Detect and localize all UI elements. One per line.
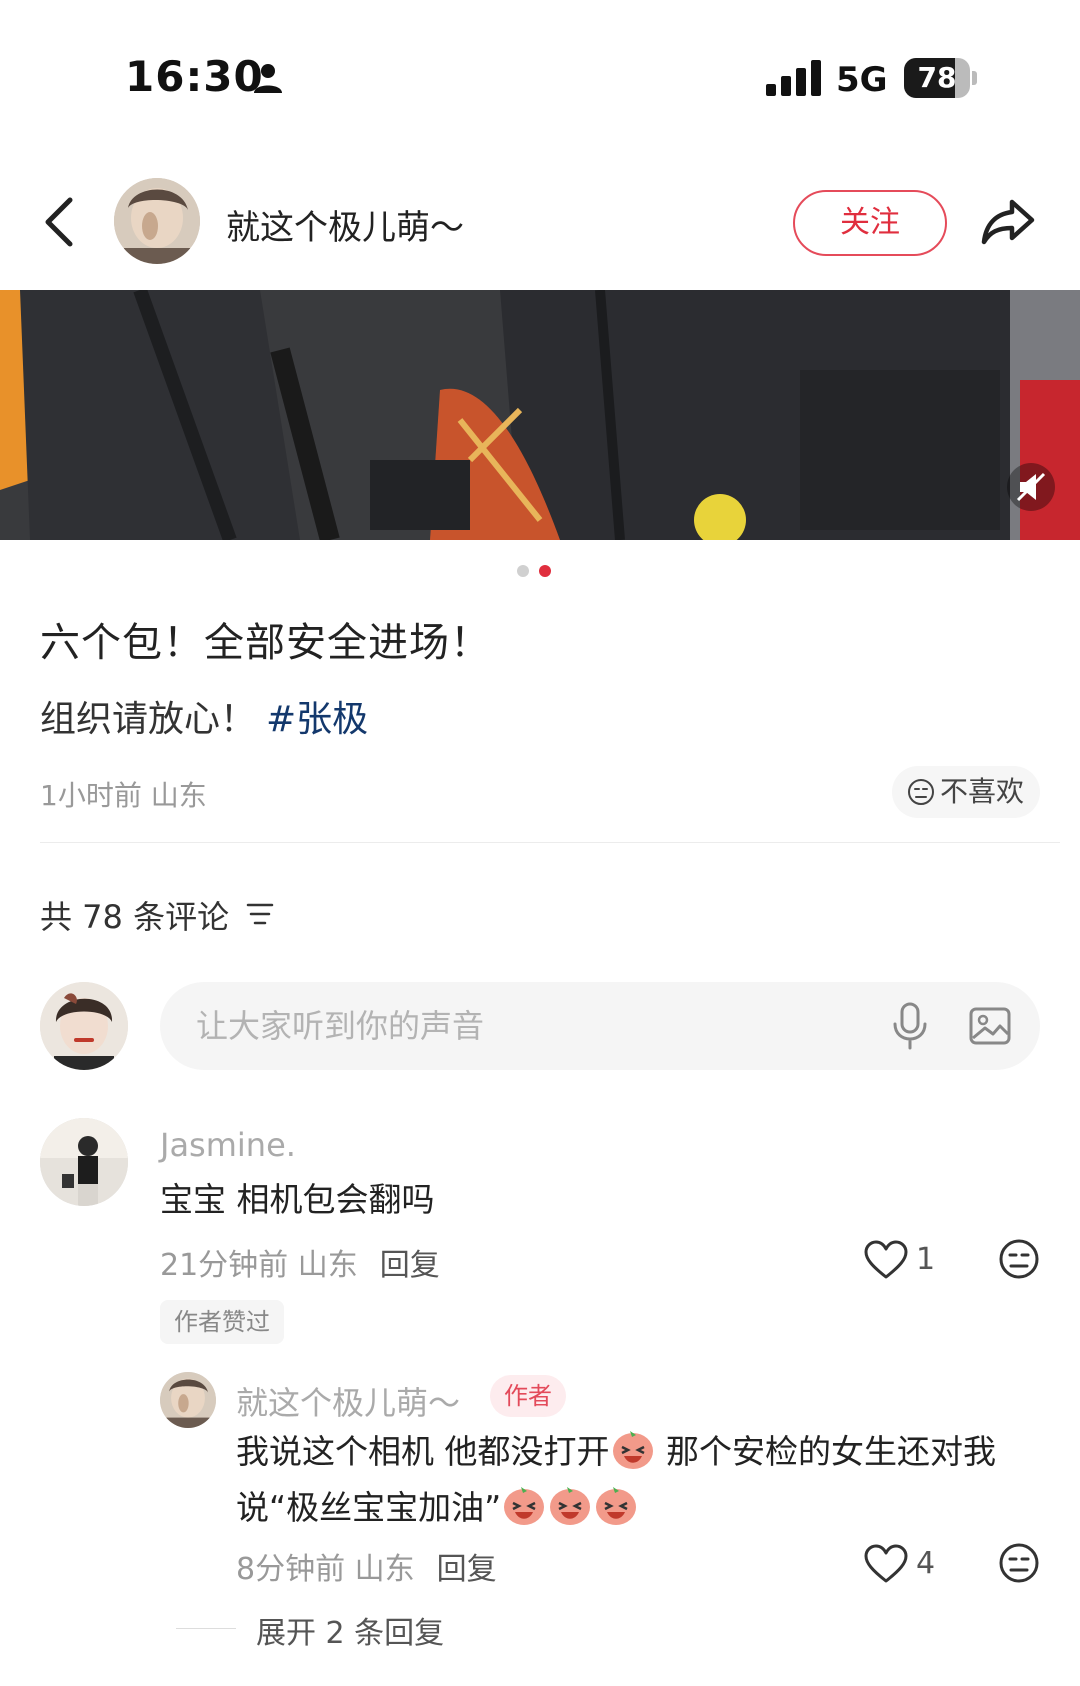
network-type: 5G: [836, 60, 888, 100]
like-count: 4: [916, 1546, 936, 1581]
dislike-label: 不喜欢: [940, 775, 1025, 808]
back-arrow-icon[interactable]: [40, 196, 80, 248]
commenter-name[interactable]: Jasmine.: [160, 1126, 296, 1164]
cellular-signal-icon: [766, 60, 821, 96]
reply-author-name[interactable]: 就这个极儿萌～: [236, 1378, 460, 1424]
like-count: 1: [916, 1242, 936, 1277]
battery-level-text: 78: [917, 61, 957, 94]
comment-input-box[interactable]: [160, 982, 1040, 1070]
battery-indicator: 78: [904, 58, 977, 98]
follow-button[interactable]: 关注: [793, 190, 947, 256]
author-tag: 作者: [490, 1375, 566, 1417]
post-title: 六个包！全部安全进场！: [40, 620, 491, 666]
image-pager: [517, 565, 557, 579]
reply-text-line-2: 说“极丝宝宝加油”: [236, 1480, 1036, 1536]
expand-replies-button[interactable]: 展开 2 条回复: [256, 1608, 444, 1652]
status-bar: 16:30 5G 78: [0, 0, 1080, 160]
mute-icon[interactable]: [1006, 462, 1056, 512]
sort-icon[interactable]: [246, 902, 274, 926]
pager-dot-1: [517, 565, 529, 577]
hashtag-link[interactable]: #张极: [266, 699, 368, 740]
comment-input[interactable]: [196, 982, 796, 1070]
image-picker-icon[interactable]: [968, 1004, 1012, 1048]
author-avatar[interactable]: [114, 178, 200, 264]
author-name[interactable]: 就这个极儿萌～: [226, 200, 464, 249]
like-heart-icon[interactable]: [864, 1240, 908, 1280]
reply-time-location: 8分钟前 山东: [236, 1552, 415, 1587]
post-image[interactable]: [0, 290, 1080, 540]
person-icon: [254, 64, 282, 93]
comment-time-location: 21分钟前 山东: [160, 1248, 358, 1283]
divider: [40, 842, 1060, 843]
commenter-avatar[interactable]: [40, 1118, 128, 1206]
author-liked-badge: 作者赞过: [160, 1300, 284, 1344]
comment-text: 宝宝 相机包会翻吗: [160, 1180, 435, 1219]
microphone-icon[interactable]: [890, 1002, 930, 1050]
dislike-face-icon[interactable]: [998, 1542, 1040, 1584]
dislike-button[interactable]: 不喜欢: [892, 766, 1040, 818]
dislike-face-icon[interactable]: [998, 1238, 1040, 1280]
current-user-avatar[interactable]: [40, 982, 128, 1070]
reply-author-avatar[interactable]: [160, 1372, 216, 1428]
expand-divider: [176, 1628, 236, 1629]
like-heart-icon[interactable]: [864, 1544, 908, 1584]
reply-button[interactable]: 回复: [437, 1552, 497, 1587]
post-body-text: 组织请放心！: [40, 699, 257, 740]
share-icon[interactable]: [980, 196, 1036, 246]
reply-text: 我说这个相机 他都没打开 那个安检的女生还对我 说“极丝宝宝加油”: [236, 1424, 1036, 1536]
post-meta: 1小时前 山东: [40, 779, 207, 812]
comment-meta: 21分钟前 山东 回复: [160, 1240, 440, 1284]
pager-dot-2-active: [539, 565, 551, 577]
neutral-face-icon: [908, 779, 934, 805]
reply-meta: 8分钟前 山东 回复: [236, 1544, 497, 1588]
laughing-peach-emoji-icon: [504, 1487, 545, 1525]
laughing-peach-emoji-icon: [596, 1487, 637, 1525]
status-time: 16:30: [125, 52, 264, 101]
post-body: 组织请放心！ #张极: [40, 690, 368, 742]
laughing-peach-emoji-icon: [612, 1431, 653, 1469]
reply-text-line-1: 我说这个相机 他都没打开 那个安检的女生还对我: [236, 1424, 1036, 1480]
laughing-peach-emoji-icon: [550, 1487, 591, 1525]
reply-button[interactable]: 回复: [380, 1248, 440, 1283]
comment-count: 共 78 条评论: [40, 898, 230, 936]
